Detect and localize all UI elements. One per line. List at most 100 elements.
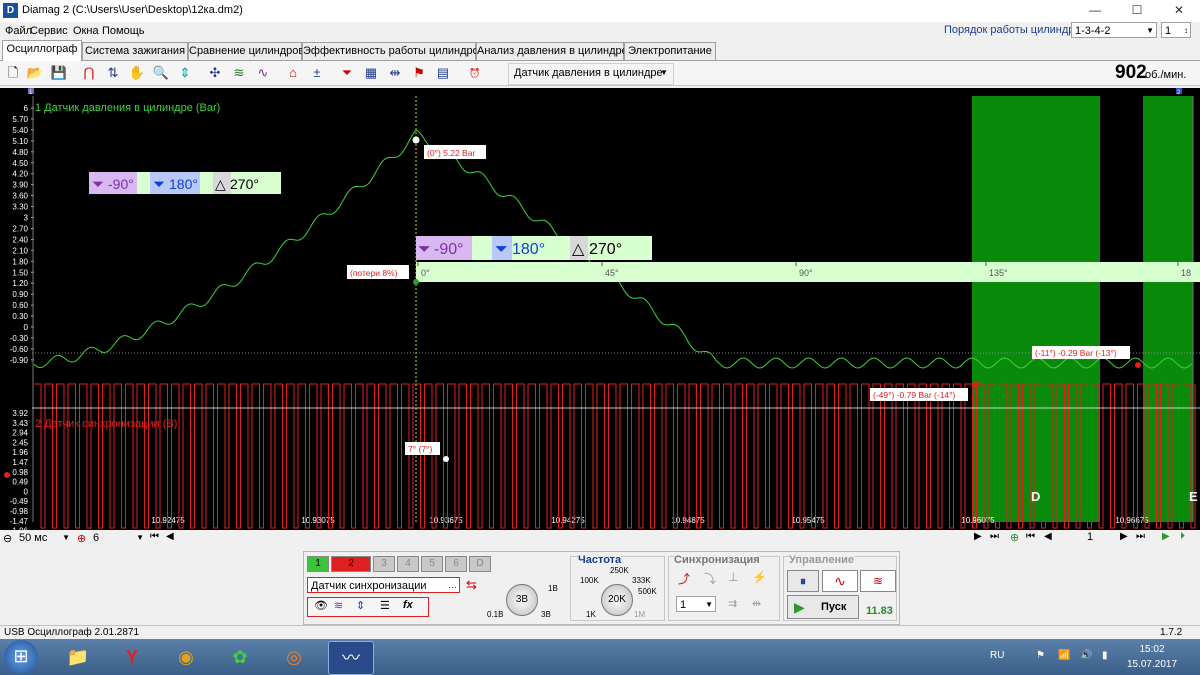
next-icon[interactable]: ▶ <box>974 531 982 542</box>
sync-mode-icon[interactable]: ⇉ <box>728 597 737 610</box>
menu-service[interactable]: Сервис <box>30 25 68 37</box>
first-frame-icon[interactable]: ⏮ <box>1026 531 1035 542</box>
start-menu-icon[interactable]: ⊞ <box>4 640 38 674</box>
zoom-icon[interactable]: 🔍 <box>152 64 170 82</box>
channel-3-button[interactable]: 3 <box>373 556 395 572</box>
icq-icon[interactable]: ✿ <box>218 641 262 673</box>
flag-tray-icon[interactable]: ⚑ <box>1036 650 1045 661</box>
zoom-select[interactable]: 6 ▼ <box>90 530 146 546</box>
clock-date[interactable]: 15.07.2017 <box>1124 659 1180 670</box>
wave-icon[interactable]: ∿ <box>254 64 272 82</box>
close-button[interactable]: ✕ <box>1158 0 1200 21</box>
loss-marker[interactable] <box>413 279 419 285</box>
rising-edge-icon[interactable]: ⤴ <box>678 570 690 587</box>
menu-windows[interactable]: Окна <box>73 25 99 37</box>
prev-page-icon[interactable]: ◀ <box>166 531 174 542</box>
auto-measure-icon[interactable]: ⌂ <box>284 64 302 82</box>
tab-cylinder-compare[interactable]: Сравнение цилиндров <box>188 42 304 60</box>
falling-edge-icon[interactable]: ⤵ <box>704 570 716 587</box>
split-icon[interactable]: ✣ <box>206 64 224 82</box>
tab-ignition[interactable]: Система зажигания <box>82 42 188 60</box>
new-file-icon[interactable]: 🗋 <box>4 64 22 82</box>
network-icon[interactable]: 📶 <box>1058 650 1070 661</box>
eye-icon[interactable]: 👁 <box>314 599 328 612</box>
battery-icon[interactable]: ▮ <box>1102 650 1108 661</box>
firefox-icon[interactable]: ◎ <box>272 641 316 673</box>
zero-icon[interactable]: ± <box>308 64 326 82</box>
last-frame-icon[interactable]: ⏭ <box>1136 531 1145 542</box>
add-marker-icon[interactable]: ⊕ <box>1010 531 1019 544</box>
fit-icon[interactable]: ⇕ <box>176 64 194 82</box>
filter-icon[interactable]: ⏷ <box>338 64 356 82</box>
tab-efficiency[interactable]: Эффективность работы цилиндров <box>302 42 485 60</box>
ch2-offset-marker[interactable] <box>4 472 10 478</box>
overlay-icon[interactable]: ≋ <box>230 64 248 82</box>
divider-icon[interactable]: ⇹ <box>386 64 404 82</box>
channel-4-button[interactable]: 4 <box>397 556 419 572</box>
cursor-a-icon[interactable]: ⋂ <box>80 64 98 82</box>
flag-icon[interactable]: ⚑ <box>410 64 428 82</box>
marker-2[interactable] <box>1135 362 1141 368</box>
minimize-button[interactable]: — <box>1074 0 1116 21</box>
hand-tool-icon[interactable]: ✋ <box>128 64 146 82</box>
auto-sync-icon[interactable]: ⚡ <box>752 570 767 584</box>
channel-6-button[interactable]: 6 <box>445 556 467 572</box>
peak-marker[interactable] <box>412 136 420 144</box>
tab-pressure-analysis[interactable]: Анализ давления в цилиндре <box>476 42 628 60</box>
function-icon[interactable]: fx <box>403 599 413 611</box>
next-frame-icon[interactable]: ▶ <box>1120 531 1128 542</box>
sine-icon: ∿ <box>834 573 846 589</box>
sensor-field[interactable]: Датчик синхронизации … <box>307 577 460 593</box>
chrome-icon[interactable]: ◉ <box>164 641 208 673</box>
menu-file[interactable]: Файл <box>5 25 32 37</box>
cursor-b-icon[interactable]: ⇅ <box>104 64 122 82</box>
sync-marker[interactable] <box>443 456 449 462</box>
oscilloscope-plot[interactable]: 6 5.70 5.40 5.10 4.80 4.50 4.20 3.90 3.60 3.30 3 2.… <box>0 88 1200 530</box>
channel-1-button[interactable]: 1 <box>307 556 329 572</box>
continuous-button[interactable]: ≋ <box>860 570 896 592</box>
status-device: USB Осциллограф 2.01.2871 <box>4 627 140 638</box>
menu-help[interactable]: Помощь <box>102 25 145 37</box>
level-icon[interactable]: ⊥ <box>728 570 738 584</box>
tab-power[interactable]: Электропитание <box>624 42 716 60</box>
play-fast-icon[interactable]: ⏵ <box>1180 531 1185 542</box>
grid-icon[interactable]: ▦ <box>362 64 380 82</box>
start-button[interactable]: ▶ Пуск <box>787 595 859 619</box>
first-page-icon[interactable]: ⏮ <box>150 531 159 542</box>
zoom-out-icon[interactable]: ⊖ <box>3 532 12 545</box>
marker-1[interactable] <box>973 381 979 387</box>
ch2-y-tick: 3.43 <box>12 419 28 428</box>
tab-oscilloscope[interactable]: Осциллограф <box>2 40 82 61</box>
range-knob[interactable]: 3В <box>506 584 538 616</box>
open-folder-icon[interactable]: 📂 <box>26 64 44 82</box>
prev-frame-icon[interactable]: ◀ <box>1044 531 1052 542</box>
save-icon[interactable]: 💾 <box>50 64 68 82</box>
channel-d-button[interactable]: D <box>469 556 491 572</box>
invert-icon[interactable]: ⇕ <box>356 599 365 612</box>
time-per-div-select[interactable]: 50 мс ▼ <box>16 530 72 546</box>
sync-direction-icon[interactable]: ⇹ <box>752 597 761 610</box>
cylinder-order-select[interactable]: 1-3-4-2 ▼ <box>1071 22 1157 38</box>
channel-5-button[interactable]: 5 <box>421 556 443 572</box>
volume-icon[interactable]: 🔊 <box>1080 650 1092 661</box>
wave-tool-icon[interactable]: ≋ <box>334 599 343 612</box>
lines-icon[interactable]: ☰ <box>380 599 390 612</box>
explorer-icon[interactable]: 📁 <box>56 641 100 673</box>
pause-button[interactable]: ⏸ <box>787 570 819 592</box>
sensor-settings-icon[interactable]: ⇆ <box>466 577 477 593</box>
diamag-task-icon[interactable]: 〰 <box>328 641 374 675</box>
language-indicator[interactable]: RU <box>990 650 1004 661</box>
sync-channel-select[interactable]: 1 ▼ <box>676 596 716 612</box>
channel-2-button[interactable]: 2 <box>331 556 371 572</box>
last-icon[interactable]: ⏭ <box>990 531 999 542</box>
frequency-knob[interactable]: 20K <box>601 584 633 616</box>
cylinder-spinner[interactable]: 1 ↕ <box>1161 22 1191 38</box>
yandex-icon[interactable]: Y <box>110 641 154 673</box>
single-button[interactable]: ∿ <box>822 570 858 592</box>
auto-icon[interactable]: ⏰ <box>466 64 484 82</box>
clock-time[interactable]: 15:02 <box>1132 644 1172 655</box>
maximize-button[interactable]: ☐ <box>1116 0 1158 21</box>
zoom-in-icon[interactable]: ⊕ <box>77 532 86 545</box>
play-icon[interactable]: ▶ <box>1162 531 1170 542</box>
report-icon[interactable]: ▤ <box>434 64 452 82</box>
